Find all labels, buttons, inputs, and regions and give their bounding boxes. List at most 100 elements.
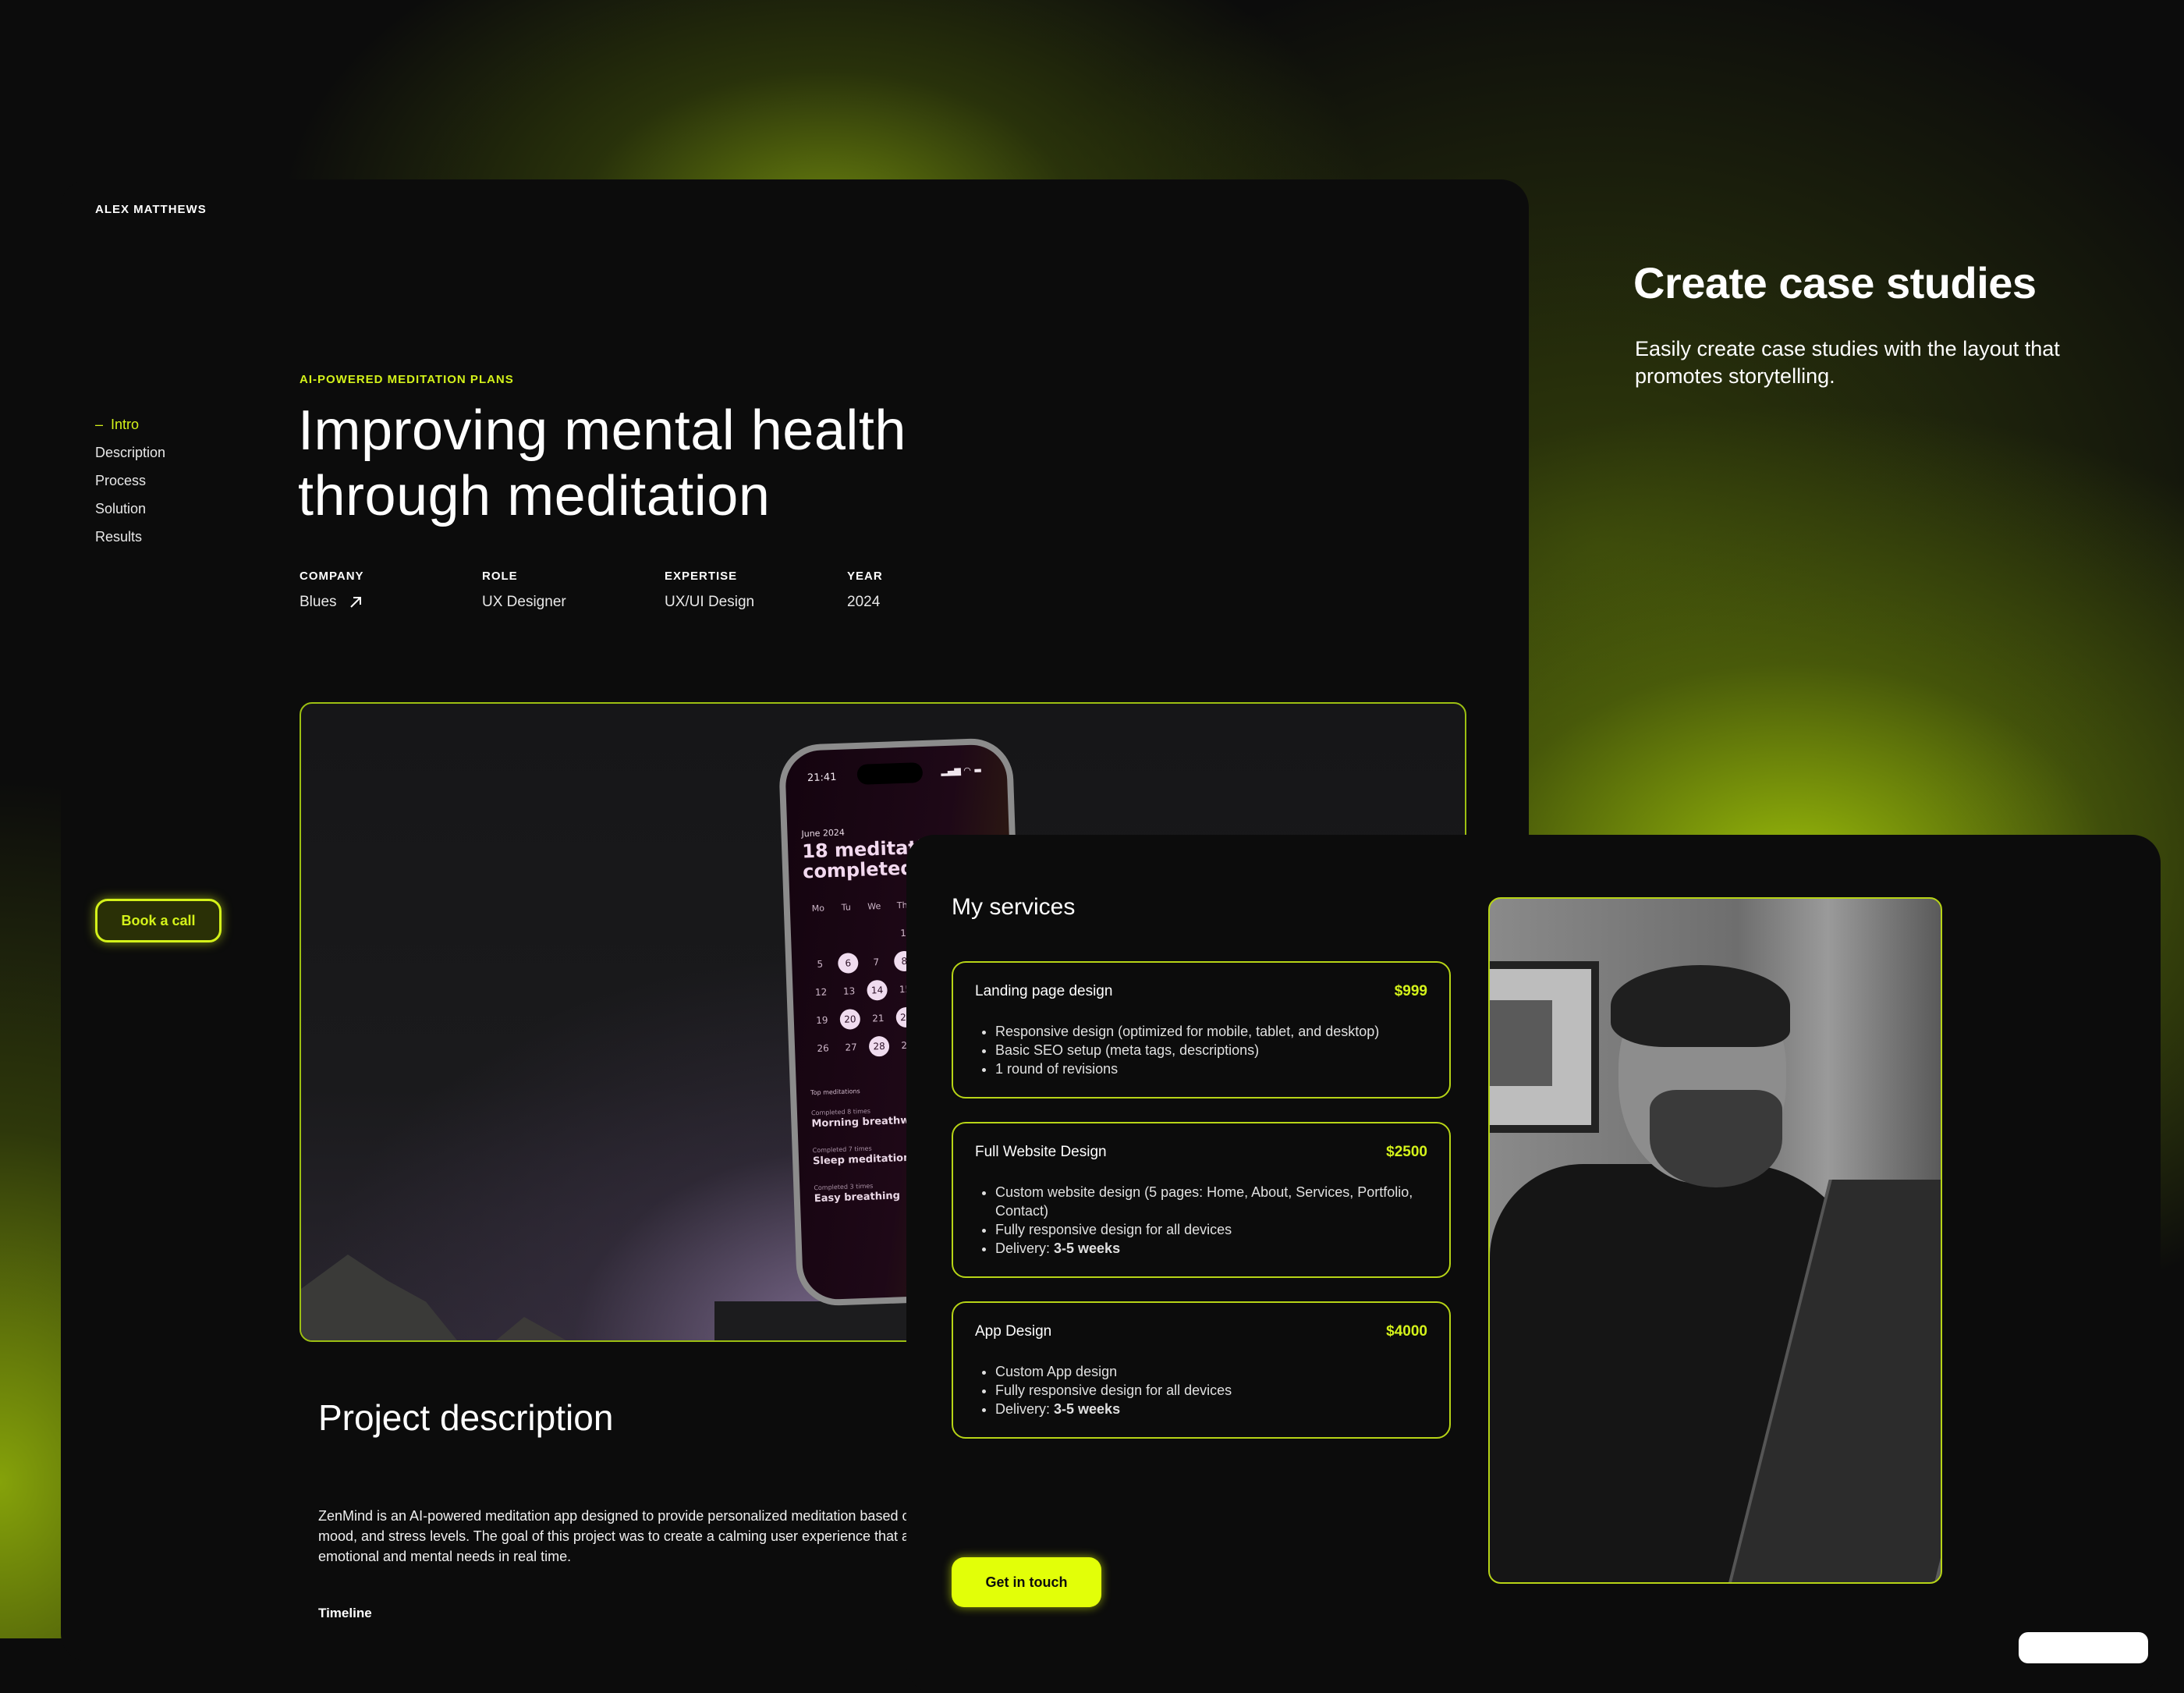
calendar-day: 7 — [862, 951, 891, 974]
service-name: Full Website Design — [975, 1144, 1107, 1160]
day-number: 20 — [839, 1009, 861, 1030]
partial-white-button[interactable] — [2019, 1632, 2148, 1663]
feature-text: Custom App design — [995, 1364, 1118, 1379]
meta-role: ROLE UX Designer — [482, 570, 665, 611]
headline-line: completed — [802, 857, 914, 883]
meditation-name: Sleep meditation — [812, 1152, 911, 1168]
service-name: App Design — [975, 1323, 1052, 1340]
phone-time: 21:41 — [807, 771, 837, 785]
toc-item-results[interactable]: Results — [95, 523, 165, 551]
day-number: 21 — [871, 1012, 885, 1024]
promo-subtitle: Easily create case studies with the layo… — [1635, 337, 2060, 388]
portrait-photo — [1488, 897, 1942, 1584]
brand-name[interactable]: ALEX MATTHEWS — [95, 203, 207, 216]
feature-text: Fully responsive design for all devices — [995, 1382, 1232, 1398]
service-item[interactable]: Full Website Design $2500 Custom website d… — [952, 1122, 1451, 1278]
day-number: 5 — [817, 958, 824, 970]
calendar-day — [833, 924, 862, 946]
meta-company: COMPANY Blues — [300, 570, 482, 611]
feature-text: Basic SEO setup (meta tags, descriptions… — [995, 1042, 1260, 1058]
feature-text: Custom website design (5 pages: Home, Ab… — [995, 1184, 1413, 1219]
phone-calendar: MoTuWeTh15678121314151920212226272829 — [804, 900, 922, 1059]
service-item[interactable]: Landing page design $999 Responsive design… — [952, 961, 1451, 1098]
day-number: 19 — [815, 1014, 828, 1026]
project-meta: COMPANY Blues ROLE UX Designer EXPERTISE… — [300, 570, 1030, 611]
meta-value: 2024 — [847, 594, 881, 610]
active-marker: – — [95, 417, 104, 432]
person-hair — [1611, 965, 1790, 1047]
person-beard — [1650, 1090, 1782, 1187]
day-number: 14 — [867, 979, 888, 1001]
table-of-contents: – Intro Description Process Solution Resu… — [95, 410, 165, 551]
services-heading: My services — [952, 894, 1076, 920]
calendar-day: 5 — [806, 953, 835, 975]
timeline-label: Timeline — [318, 1606, 372, 1620]
toc-label: Intro — [111, 417, 140, 432]
title-line-2: through meditation — [298, 465, 771, 527]
feature-text: Delivery: — [995, 1240, 1055, 1256]
meta-value: UX Designer — [482, 594, 566, 610]
day-number: 27 — [845, 1042, 857, 1053]
feature-emphasis: 3-5 weeks — [1054, 1240, 1121, 1256]
feature-text: Delivery: — [995, 1401, 1055, 1417]
calendar-day: 27 — [837, 1036, 866, 1059]
wall-picture-frame — [1490, 961, 1599, 1133]
feature-item: Custom website design (5 pages: Home, Ab… — [995, 1183, 1427, 1220]
dynamic-island — [856, 762, 924, 785]
meditation-item: Completed 7 times Sleep meditation — [812, 1144, 911, 1168]
toc-item-description[interactable]: Description — [95, 438, 165, 467]
arrow-up-right-icon[interactable] — [348, 595, 363, 610]
day-number: 6 — [837, 953, 859, 974]
get-in-touch-button[interactable]: Get in touch — [952, 1557, 1101, 1607]
calendar-day: 12 — [807, 981, 835, 1003]
weekday-label: We — [867, 900, 881, 912]
meta-label: EXPERTISE — [665, 570, 738, 583]
service-item[interactable]: App Design $4000 Custom App design Fully re… — [952, 1301, 1451, 1439]
feature-text: 1 round of revisions — [995, 1061, 1119, 1077]
calendar-day-completed: 20 — [835, 1008, 864, 1031]
feature-item: 1 round of revisions — [995, 1059, 1427, 1078]
meta-expertise: EXPERTISE UX/UI Design — [665, 570, 847, 611]
meditation-item: Completed 3 times Easy breathing — [814, 1181, 900, 1205]
day-number: 12 — [814, 986, 828, 998]
calendar-day-completed: 6 — [834, 952, 863, 974]
calendar-day: 21 — [863, 1007, 892, 1030]
feature-item: Fully responsive design for all devices — [995, 1381, 1427, 1400]
feature-text: Responsive design (optimized for mobile,… — [995, 1024, 1380, 1039]
service-price: $999 — [1394, 983, 1427, 999]
feature-item: Custom App design — [995, 1362, 1427, 1381]
calendar-day: 26 — [809, 1037, 838, 1059]
service-features: Custom website design (5 pages: Home, Ab… — [975, 1183, 1427, 1258]
feature-item: Delivery: 3-5 weeks — [995, 1400, 1427, 1418]
project-description-heading: Project description — [318, 1397, 614, 1438]
service-price: $4000 — [1386, 1323, 1427, 1340]
service-header: Full Website Design $2500 — [975, 1144, 1427, 1161]
rock-decoration — [496, 1317, 566, 1340]
meta-label: ROLE — [482, 570, 518, 583]
meditation-name: Easy breathing — [814, 1190, 901, 1205]
service-features: Responsive design (optimized for mobile,… — [975, 1022, 1427, 1078]
weekday-label: Tu — [841, 902, 852, 913]
meta-label: COMPANY — [300, 570, 364, 583]
day-number: 26 — [817, 1042, 829, 1054]
service-header: App Design $4000 — [975, 1323, 1427, 1340]
day-number: 1 — [899, 927, 907, 939]
feature-text: Fully responsive design for all devices — [995, 1222, 1232, 1237]
toc-item-intro[interactable]: – Intro — [95, 410, 165, 438]
toc-item-process[interactable]: Process — [95, 467, 165, 495]
signal-wifi-battery-icon: ▂▄▆ ◠ ▬ — [941, 765, 983, 777]
top-meditations-label: Top meditations — [810, 1088, 860, 1097]
feature-item: Delivery: 3-5 weeks — [995, 1239, 1427, 1258]
calendar-day — [861, 923, 890, 946]
feature-item: Responsive design (optimized for mobile,… — [995, 1022, 1427, 1041]
day-number: 7 — [873, 957, 880, 968]
toc-item-solution[interactable]: Solution — [95, 495, 165, 523]
meta-value: UX/UI Design — [665, 594, 755, 610]
day-number: 28 — [868, 1035, 890, 1057]
meta-value-row: Blues — [300, 594, 482, 611]
company-link[interactable]: Blues — [300, 594, 337, 611]
book-a-call-button[interactable]: Book a call — [95, 899, 222, 942]
meta-label: YEAR — [847, 570, 883, 583]
feature-item: Basic SEO setup (meta tags, descriptions… — [995, 1041, 1427, 1059]
feature-item: Fully responsive design for all devices — [995, 1220, 1427, 1239]
